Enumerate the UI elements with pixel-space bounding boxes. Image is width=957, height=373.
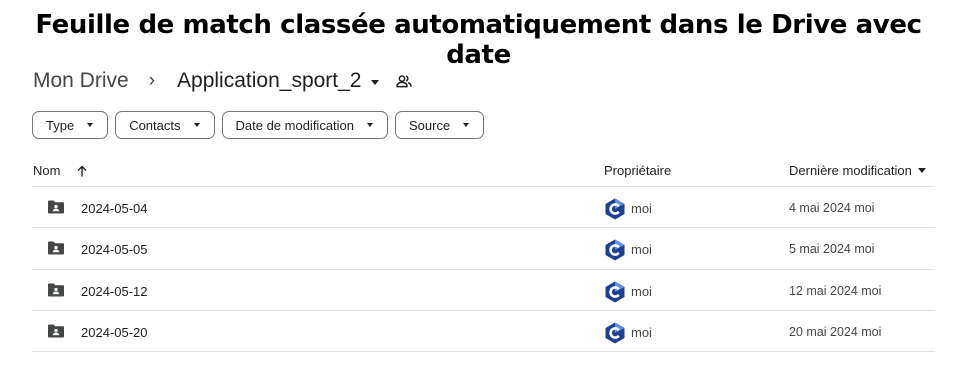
table-header: Nom Propriétaire Dernière modification xyxy=(32,156,935,187)
filter-bar: Type Contacts Date de modification Sourc… xyxy=(32,111,485,139)
owner-name: moi xyxy=(631,201,652,216)
filter-chip-label: Contacts xyxy=(129,117,181,133)
column-header-modified[interactable]: Dernière modification xyxy=(789,163,926,178)
table-row[interactable]: 2024-05-20 moi 20 mai 2024 moi xyxy=(32,311,935,353)
avatar xyxy=(605,198,625,223)
file-name: 2024-05-05 xyxy=(81,242,148,258)
owner-name: moi xyxy=(631,283,652,299)
chevron-down-icon xyxy=(193,123,200,127)
chevron-down-icon xyxy=(917,168,926,173)
avatar xyxy=(605,322,625,347)
modified-date: 20 mai 2024 moi xyxy=(789,324,882,339)
column-header-name[interactable]: Nom xyxy=(33,163,87,178)
people-icon[interactable] xyxy=(395,74,412,88)
breadcrumb-separator: › xyxy=(148,70,156,91)
filter-chip-source[interactable]: Source xyxy=(395,111,485,139)
owner-name: moi xyxy=(631,324,652,340)
column-header-name-label: Nom xyxy=(33,163,61,178)
avatar xyxy=(605,281,625,306)
chevron-down-icon xyxy=(367,123,374,127)
filter-chip-label: Source xyxy=(409,117,451,133)
file-list: 2024-05-04 moi 4 mai 2024 moi 2024-05-05 xyxy=(32,187,935,353)
table-row[interactable]: 2024-05-05 moi 5 mai 2024 moi xyxy=(32,228,935,270)
modified-date: 12 mai 2024 moi xyxy=(789,283,882,298)
filter-chip-type[interactable]: Type xyxy=(32,111,109,139)
breadcrumb: Mon Drive › Application_sport_2 xyxy=(33,66,412,96)
shared-folder-icon xyxy=(47,283,65,300)
file-name: 2024-05-20 xyxy=(81,324,148,340)
modified-date: 4 mai 2024 moi xyxy=(789,201,875,215)
owner-name: moi xyxy=(631,242,652,258)
filter-chip-modified-date[interactable]: Date de modification xyxy=(221,111,389,139)
file-name: 2024-05-04 xyxy=(81,201,148,216)
image-caption: Feuille de match classée automatiquement… xyxy=(35,10,922,70)
column-header-modified-label: Dernière modification xyxy=(789,163,912,178)
arrow-up-icon[interactable] xyxy=(77,165,87,177)
shared-folder-icon xyxy=(47,241,65,258)
filter-chip-contacts[interactable]: Contacts xyxy=(115,111,215,139)
column-header-owner[interactable]: Propriétaire xyxy=(604,163,671,178)
avatar xyxy=(605,239,625,264)
chevron-down-icon[interactable] xyxy=(370,79,379,85)
filter-chip-label: Date de modification xyxy=(235,117,355,133)
modified-date: 5 mai 2024 moi xyxy=(789,242,875,257)
breadcrumb-current-folder[interactable]: Application_sport_2 xyxy=(177,69,361,93)
file-name: 2024-05-12 xyxy=(81,283,148,299)
filter-chip-label: Type xyxy=(46,117,75,133)
chevron-down-icon xyxy=(87,123,94,127)
chevron-down-icon xyxy=(463,123,470,127)
breadcrumb-my-drive[interactable]: Mon Drive xyxy=(33,69,129,93)
shared-folder-icon xyxy=(47,324,65,341)
table-row[interactable]: 2024-05-12 moi 12 mai 2024 moi xyxy=(32,270,935,311)
table-row[interactable]: 2024-05-04 moi 4 mai 2024 moi xyxy=(32,187,935,229)
shared-folder-icon xyxy=(47,200,65,217)
